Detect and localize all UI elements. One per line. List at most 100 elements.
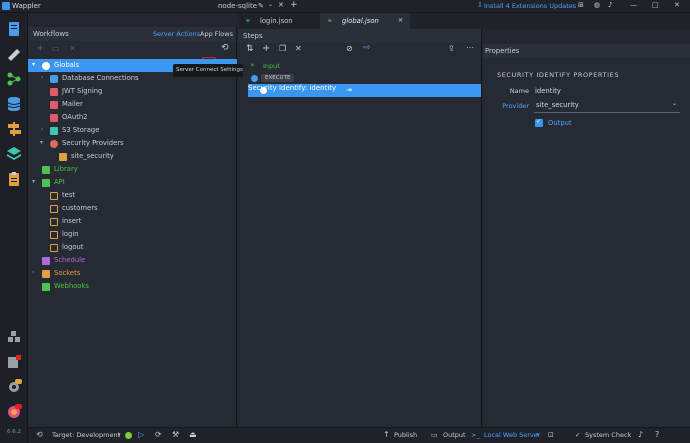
more-icon[interactable]: ⋯ <box>466 43 474 52</box>
bell-icon[interactable]: ♪ <box>608 1 612 9</box>
grid-icon[interactable]: ⊞ <box>578 1 584 9</box>
minimize-icon[interactable]: — <box>630 1 637 9</box>
tree-item-schedule[interactable]: Schedule <box>28 254 237 267</box>
close-project-icon[interactable]: ✕ <box>278 1 284 9</box>
chevrons-right-icon: » <box>250 61 255 69</box>
action-icon <box>50 244 58 252</box>
help-icon[interactable]: ? <box>655 430 659 439</box>
chevron-down-icon[interactable]: ▾ <box>536 432 539 438</box>
execute-badge: EXECUTE <box>261 74 295 82</box>
output-button[interactable]: Output <box>443 431 466 439</box>
publish-icon[interactable]: ↑ <box>383 430 390 439</box>
tree-item-logout[interactable]: logout <box>28 241 237 254</box>
tree-item-label: Globals <box>54 61 80 69</box>
project-name[interactable]: node-sqlite <box>218 2 257 10</box>
add-project-icon[interactable]: + <box>290 0 298 10</box>
hammer-icon[interactable]: ⚒ <box>172 430 179 439</box>
settings-gear-icon[interactable] <box>6 378 22 394</box>
server-status-icon[interactable]: ⊡ <box>548 431 554 439</box>
tree-item-jwt-signing[interactable]: JWT Signing <box>28 85 237 98</box>
add-step-icon[interactable]: + <box>262 43 270 54</box>
chevron-down-icon[interactable]: ⌄ <box>268 1 273 8</box>
pages-icon[interactable] <box>6 21 22 37</box>
design-icon[interactable] <box>6 46 22 62</box>
security-identify-step[interactable]: Security Identify: identity ⇥ <box>248 84 481 97</box>
chevron-down-icon[interactable]: ▾ <box>118 432 121 438</box>
name-field[interactable]: identity <box>535 87 561 95</box>
extensions-icon[interactable] <box>6 354 22 370</box>
tree-item-s3-storage[interactable]: › S3 Storage <box>28 124 237 137</box>
database-icon[interactable] <box>6 96 22 112</box>
run-icon[interactable]: ⇨ <box>363 43 371 53</box>
server-connect-file-icon: ⚭ <box>327 17 333 25</box>
tree-item-label: login <box>62 230 79 238</box>
account-avatar-icon[interactable] <box>6 403 22 419</box>
tree-item-oauth2[interactable]: OAuth2 <box>28 111 237 124</box>
check-icon[interactable]: ✓ <box>575 431 580 439</box>
tree-item-sockets[interactable]: › Sockets <box>28 267 237 280</box>
tree-item-customers[interactable]: customers <box>28 202 237 215</box>
routing-icon[interactable] <box>6 121 22 137</box>
tree-item-label: Library <box>54 165 78 173</box>
refresh-icon[interactable]: ⟲ <box>36 430 43 439</box>
refresh-icon[interactable]: ⟲ <box>221 43 229 53</box>
chevron-right-icon[interactable]: › <box>32 269 34 276</box>
packages-icon[interactable] <box>6 329 22 345</box>
tree-item-insert[interactable]: insert <box>28 215 237 228</box>
output-icon[interactable]: ▭ <box>431 431 438 439</box>
play-icon[interactable]: ▷ <box>138 430 144 439</box>
tree-item-login[interactable]: login <box>28 228 237 241</box>
clipboard-icon[interactable] <box>6 171 22 187</box>
window-close-icon[interactable]: ✕ <box>674 1 680 9</box>
tab-global-json[interactable]: ⚭ global.json ✕ <box>320 13 410 29</box>
tree-item-site-security[interactable]: site_security <box>28 150 237 163</box>
terminal-icon[interactable]: >_ <box>471 431 480 439</box>
name-label: Name <box>509 87 529 95</box>
sync-icon[interactable]: ⟳ <box>155 430 162 439</box>
target-selector[interactable]: Target: Development <box>52 431 120 439</box>
sign-in-icon: ⇥ <box>346 86 352 94</box>
chevron-down-icon[interactable]: ▾ <box>32 61 35 68</box>
extensions-updates-link[interactable]: Install 4 Extensions Updates <box>484 2 576 10</box>
tree-item-library[interactable]: Library <box>28 163 237 176</box>
server-actions-tab[interactable]: Server Actions <box>153 30 200 38</box>
edit-icon[interactable]: ✎ <box>258 2 264 10</box>
tree-item-security-providers[interactable]: ▾ Security Providers <box>28 137 237 150</box>
notifications-icon[interactable]: ♪ <box>638 430 643 439</box>
tree-item-label: API <box>54 178 65 186</box>
chevron-down-icon[interactable]: ▾ <box>32 178 35 185</box>
chevron-down-icon[interactable]: ▾ <box>40 139 43 146</box>
tree-item-test[interactable]: test <box>28 189 237 202</box>
publish-button[interactable]: Publish <box>394 431 417 439</box>
check-icon: ✓ <box>536 118 542 125</box>
tree-item-webhooks[interactable]: Webhooks <box>28 280 237 293</box>
move-icon[interactable]: ⇅ <box>246 44 254 54</box>
input-step[interactable]: » Input <box>238 60 482 72</box>
local-web-server[interactable]: Local Web Server <box>484 431 540 439</box>
drop-icon[interactable]: ◍ <box>594 1 600 9</box>
provider-select[interactable]: site_security ⌄ <box>534 100 680 113</box>
app-flows-tab[interactable]: App Flows <box>200 30 233 38</box>
output-checkbox[interactable]: ✓ <box>535 118 543 127</box>
folder-icon[interactable]: ▭ <box>52 44 60 53</box>
version-label: 6.6.2 <box>7 429 21 435</box>
disable-icon[interactable]: ⊘ <box>346 44 353 53</box>
tree-item-mailer[interactable]: Mailer <box>28 98 237 111</box>
maximize-icon[interactable]: □ <box>652 1 659 9</box>
eject-icon[interactable]: ⏏ <box>189 430 197 439</box>
add-icon[interactable]: + <box>36 43 44 54</box>
system-check-button[interactable]: System Check <box>585 431 631 439</box>
execute-step[interactable]: EXECUTE <box>238 72 482 84</box>
chevron-right-icon[interactable]: › <box>41 126 43 133</box>
delete-step-icon[interactable]: ✕ <box>295 44 302 53</box>
delete-icon[interactable]: ✕ <box>69 44 76 53</box>
layers-icon[interactable] <box>6 146 22 162</box>
tab-login-json[interactable]: ⚭ login.json <box>238 13 320 29</box>
copy-icon[interactable]: ❐ <box>279 44 286 53</box>
share-icon[interactable]: ⇪ <box>448 44 455 53</box>
server-connect-icon[interactable] <box>6 71 22 87</box>
tab-close-icon[interactable]: ✕ <box>398 17 403 24</box>
chevron-right-icon[interactable]: › <box>41 74 43 81</box>
tree-item-api[interactable]: ▾ API <box>28 176 237 189</box>
download-icon[interactable]: ⇩ <box>477 1 483 9</box>
